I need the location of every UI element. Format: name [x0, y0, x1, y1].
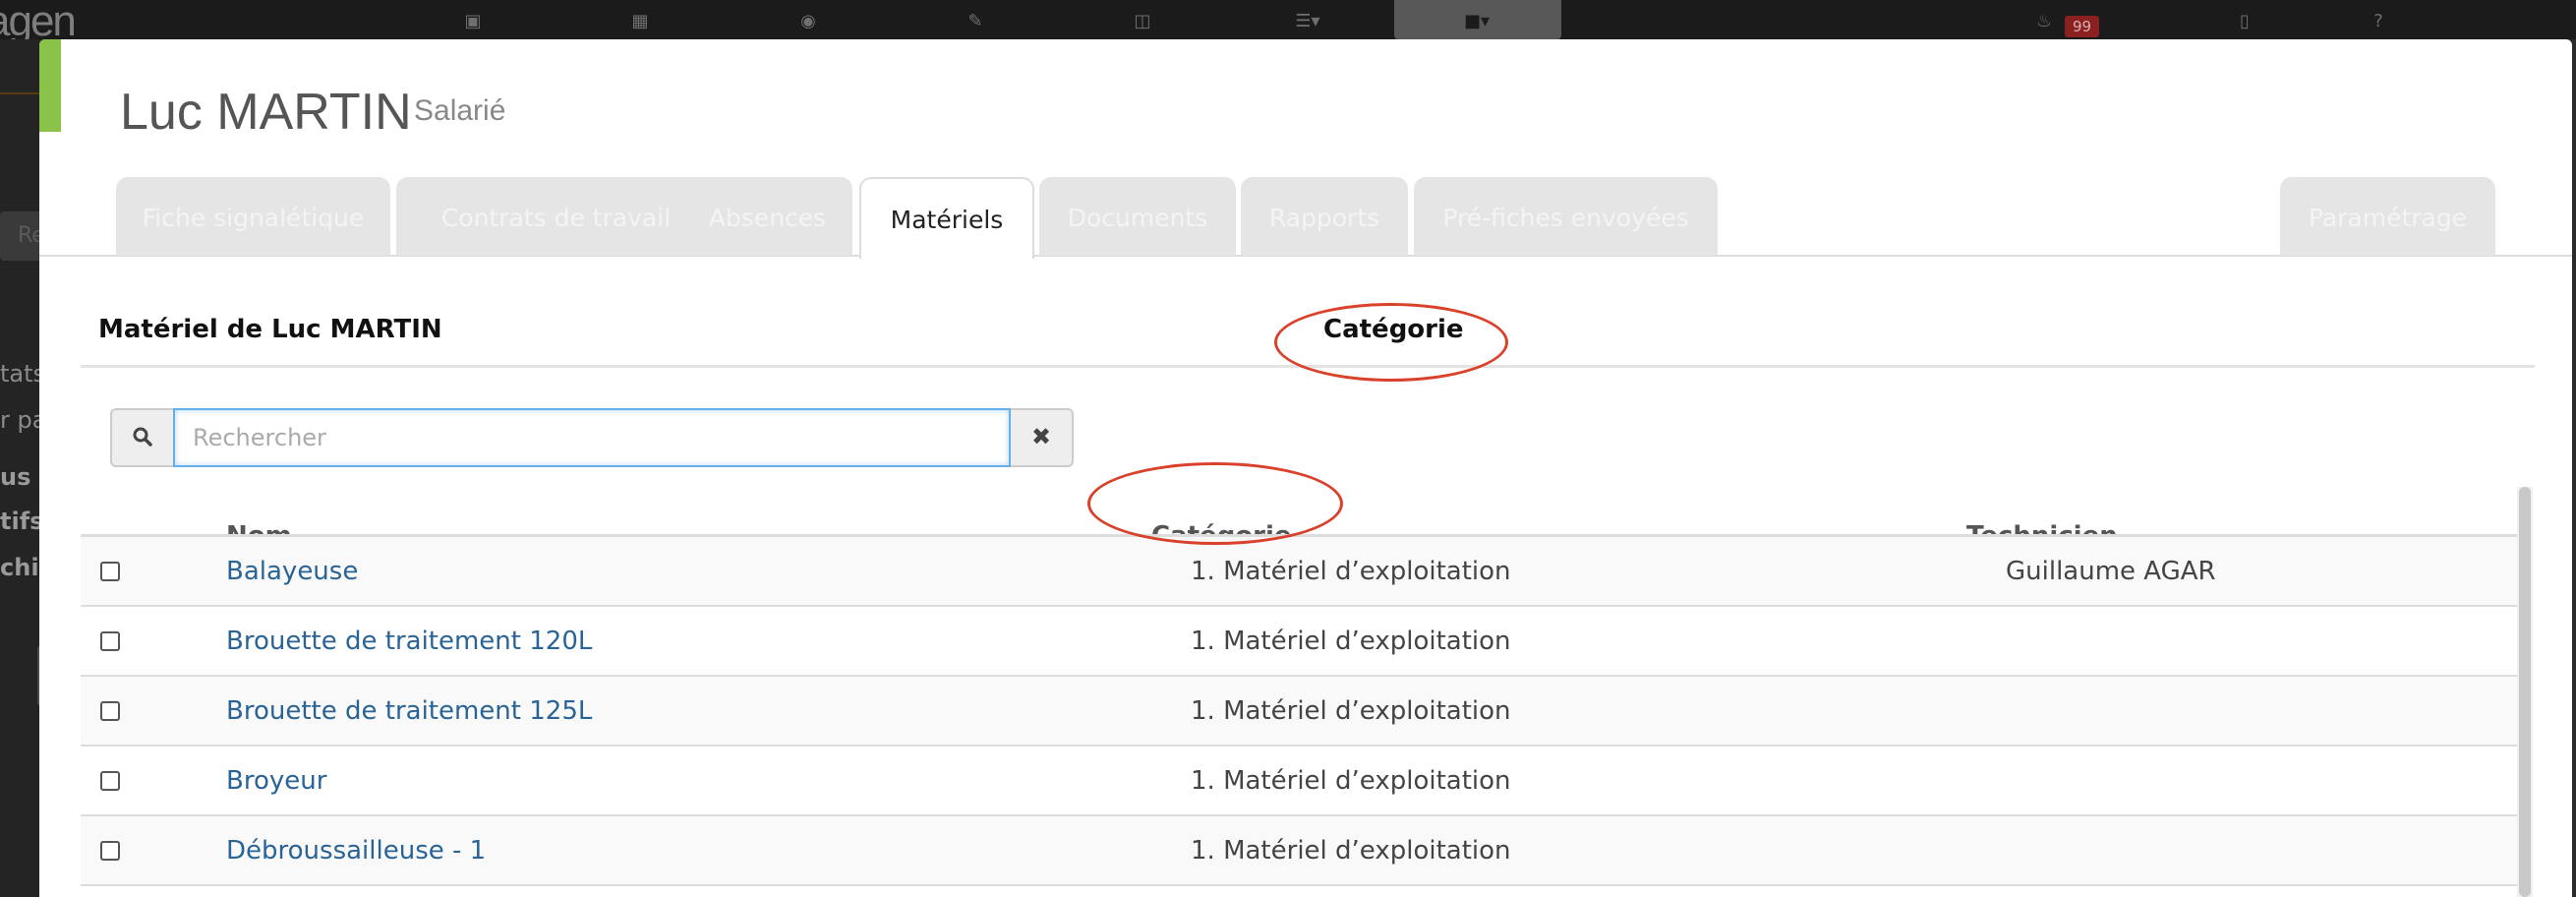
columns-icon[interactable]: ◫	[1132, 12, 1153, 31]
calendar-icon[interactable]: ▦	[629, 12, 651, 31]
row-checkbox[interactable]	[100, 841, 120, 861]
tab-parametrage[interactable]: Paramétrage	[2280, 177, 2495, 256]
cube-dropdown-icon: ■▾	[1463, 11, 1491, 31]
row-checkbox[interactable]	[100, 701, 120, 721]
modal-accent-bar	[39, 39, 61, 132]
search-icon[interactable]	[110, 408, 173, 467]
brand-logo: agen	[0, 0, 77, 39]
row-checkbox[interactable]	[100, 631, 120, 651]
equipment-category: 1. Matériel d’exploitation	[1191, 696, 1511, 726]
tab-contrats-de-travail[interactable]: Contrats de travail	[396, 177, 716, 256]
search-group: ✖	[110, 408, 1074, 467]
tab-materiels[interactable]: Matériels	[859, 177, 1034, 259]
equipment-name-link[interactable]: Brouette de traitement 125L	[226, 696, 592, 726]
bell-icon[interactable]: ♨	[2033, 12, 2055, 31]
equipment-category: 1. Matériel d’exploitation	[1191, 557, 1511, 586]
nav-item-equipment[interactable]: ■▾	[1394, 0, 1561, 39]
table-row[interactable]: Débroussailleuse - 1 1. Matériel d’explo…	[81, 816, 2517, 886]
tab-pre-fiches-envoyees[interactable]: Pré-fiches envoyées	[1414, 177, 1718, 256]
background-text: tifs	[0, 508, 44, 535]
tab-fiche-signaletique[interactable]: Fiche signalétique	[116, 177, 390, 256]
employee-modal: Luc MARTIN Salarié Fiche signalétique Co…	[39, 39, 2572, 897]
background-text: us	[0, 463, 31, 491]
mobile-icon[interactable]: ▯	[2234, 12, 2255, 31]
edit-icon[interactable]: ✎	[965, 12, 986, 31]
list-dropdown-icon[interactable]: ☰▾	[1288, 12, 1327, 31]
section-category-label: Catégorie	[1323, 315, 1464, 344]
clear-search-icon[interactable]: ✖	[1011, 408, 1074, 467]
row-checkbox[interactable]	[100, 562, 120, 581]
equipment-category: 1. Matériel d’exploitation	[1191, 627, 1511, 656]
employee-role: Salarié	[414, 94, 506, 127]
search-input[interactable]	[173, 408, 1011, 467]
equipment-name-link[interactable]: Balayeuse	[226, 557, 358, 586]
employee-name: Luc MARTIN	[120, 84, 412, 141]
equipment-name-link[interactable]: Brouette de traitement 120L	[226, 627, 592, 656]
help-icon[interactable]: ?	[2368, 12, 2389, 31]
equipment-name-link[interactable]: Débroussailleuse - 1	[226, 836, 486, 866]
tab-absences[interactable]: Absences	[682, 177, 852, 256]
tab-documents[interactable]: Documents	[1039, 177, 1236, 256]
inbox-icon[interactable]: ▣	[462, 12, 484, 31]
section-title: Matériel de Luc MARTIN	[98, 315, 442, 344]
table-row[interactable]: Brouette de traitement 125L 1. Matériel …	[81, 677, 2517, 747]
tab-rapports[interactable]: Rapports	[1241, 177, 1408, 256]
row-checkbox[interactable]	[100, 771, 120, 791]
top-navbar: agen ▣ ▦ ◉ ✎ ◫ ☰▾ ■▾ ♨ 99 ▯ ?	[0, 0, 2576, 39]
equipment-name-link[interactable]: Broyeur	[226, 766, 326, 796]
equipment-category: 1. Matériel d’exploitation	[1191, 766, 1511, 796]
map-marker-icon[interactable]: ◉	[797, 12, 819, 31]
table-row[interactable]: Balayeuse 1. Matériel d’exploitation Gui…	[81, 537, 2517, 607]
equipment-category: 1. Matériel d’exploitation	[1191, 836, 1511, 866]
equipment-technician: Guillaume AGAR	[2006, 557, 2216, 586]
section-divider	[81, 365, 2535, 368]
notification-badge: 99	[2065, 16, 2100, 37]
scrollbar-thumb[interactable]	[2519, 487, 2531, 897]
table-row[interactable]: Brouette de traitement 120L 1. Matériel …	[81, 607, 2517, 677]
table-row[interactable]: Broyeur 1. Matériel d’exploitation	[81, 747, 2517, 816]
